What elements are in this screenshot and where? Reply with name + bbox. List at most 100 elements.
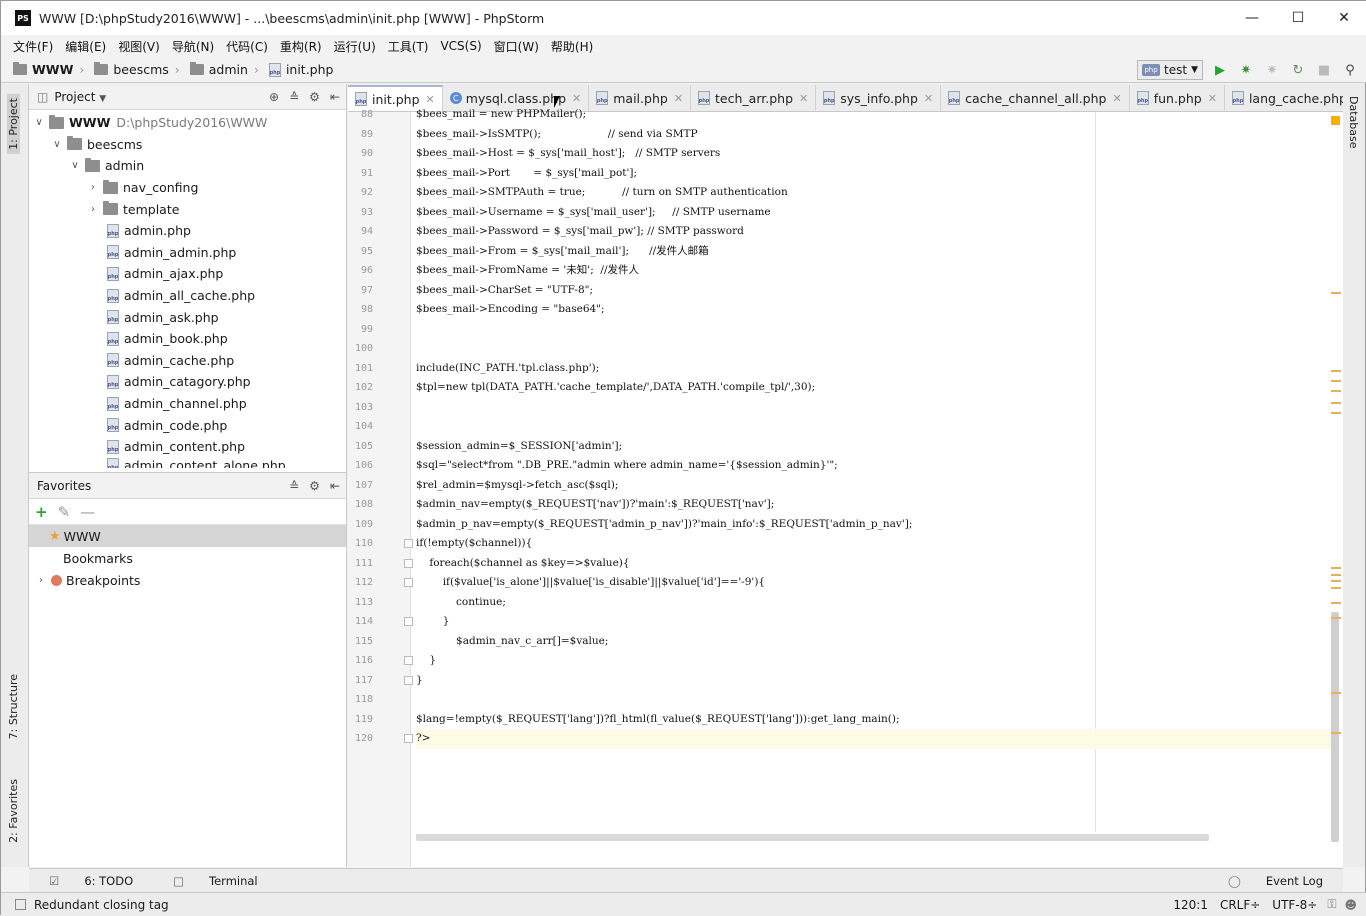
menu-tools[interactable]: 工具(T) [382,38,435,55]
close-icon[interactable]: ✕ [426,93,435,106]
error-stripe-mark[interactable] [1331,292,1341,294]
menu-help[interactable]: 帮助(H) [545,38,599,55]
error-stripe-mark[interactable] [1331,380,1341,382]
hide-icon[interactable]: ⇤ [330,90,340,104]
lock-icon[interactable]: ⚿ [1327,897,1336,912]
tool-tab-terminal[interactable]: □ Terminal [163,874,267,888]
collapse-icon[interactable]: ≙ [289,90,299,104]
code-line[interactable]: $admin_nav_c_arr[]=$value; [416,632,608,652]
project-view-selector[interactable]: ◫ Project ▼ [37,90,106,104]
maximize-icon[interactable]: ☐ [1275,1,1321,35]
chevron-right-icon[interactable]: › [87,204,99,215]
code-line[interactable]: $bees_mail->Username = $_sys['mail_user'… [416,203,771,223]
code-line[interactable]: $bees_mail->Encoding = "base64"; [416,300,605,320]
tree-file[interactable]: php admin_ajax.php [29,263,346,285]
tool-tab-database[interactable]: Database [1347,96,1360,149]
favorites-item[interactable]: › Breakpoints [29,569,346,591]
error-stripe-mark[interactable] [1331,390,1341,392]
menu-run[interactable]: 运行(U) [328,38,382,55]
close-icon[interactable]: ✕ [1208,92,1217,105]
chevron-down-icon[interactable]: ∨ [33,117,45,128]
edit-icon[interactable]: ✎ [58,503,71,521]
tab-tech-arr-php[interactable]: php tech_arr.php ✕ [691,85,817,111]
inspection-status-icon[interactable] [1331,116,1340,125]
add-icon[interactable]: + [35,503,48,521]
code-line[interactable]: $bees_mail->Password = $_sys['mail_pw'];… [416,222,744,242]
code-line[interactable]: $lang=!empty($_REQUEST['lang'])?fl_html(… [416,710,900,730]
menu-window[interactable]: 窗口(W) [488,38,545,55]
error-stripe-mark[interactable] [1331,574,1341,576]
favorites-item[interactable]: ★ WWW [29,525,346,547]
locate-icon[interactable]: ⊕ [269,90,279,104]
fold-marker-icon[interactable] [404,734,413,743]
caret-position[interactable]: 120:1 [1173,898,1208,912]
code-line[interactable]: $rel_admin=$mysql->fetch_asc($sql); [416,476,618,496]
breadcrumb-admin[interactable]: admin › [189,62,265,77]
tab-sys-info-php[interactable]: php sys_info.php ✕ [816,85,942,111]
chevron-right-icon[interactable]: › [87,182,99,193]
tree-file[interactable]: php admin_admin.php [29,242,346,264]
code-line[interactable]: ?> [416,729,1332,749]
menu-edit[interactable]: 编辑(E) [59,38,112,55]
run-config-select[interactable]: php test ▼ [1137,60,1203,80]
code-line[interactable]: $bees_mail->Host = $_sys['mail_host']; /… [416,144,720,164]
remove-icon[interactable]: — [80,503,95,521]
error-stripe-mark[interactable] [1331,692,1341,694]
event-log-button[interactable]: ◯ Event Log [1218,874,1333,888]
menu-refactor[interactable]: 重构(R) [274,38,328,55]
fold-marker-icon[interactable] [404,558,413,568]
code-line[interactable]: $bees_mail->Port = $_sys['mail_pot']; [416,164,637,184]
close-icon[interactable]: ✕ [1321,1,1366,35]
close-icon[interactable]: ✕ [799,92,808,105]
stop-icon[interactable]: ■ [1315,61,1333,79]
coverage-icon[interactable]: ✷ [1263,61,1281,79]
code-line[interactable]: $bees_mail->IsSMTP(); // send via SMTP [416,125,698,145]
code-line[interactable]: $bees_mail->FromName = '未知'; //发件人 [416,261,639,281]
tree-root[interactable]: ∨ WWW D:\phpStudy2016\WWW [29,112,346,134]
tool-tab-structure[interactable]: 7: Structure [7,674,20,739]
code-line[interactable]: $bees_mail->From = $_sys['mail_mail']; /… [416,242,709,262]
error-stripe-mark[interactable] [1331,587,1341,589]
tree-file[interactable]: php admin_book.php [29,328,346,350]
error-stripe-mark[interactable] [1331,370,1341,372]
close-icon[interactable]: ✕ [1112,92,1121,105]
run-icon[interactable]: ▶ [1211,61,1229,79]
code-line[interactable]: $session_admin=$_SESSION['admin']; [416,437,622,457]
breadcrumb-beescms[interactable]: beescms › [94,62,185,77]
chevron-right-icon[interactable]: › [35,575,47,586]
code-line[interactable]: } [416,671,423,691]
tree-file[interactable]: php admin_channel.php [29,393,346,415]
error-stripe-mark[interactable] [1331,412,1341,414]
debug-icon[interactable]: ✷ [1237,61,1255,79]
hide-icon[interactable]: ⇤ [330,479,340,493]
close-icon[interactable]: ✕ [674,92,683,105]
vertical-scrollbar[interactable] [1331,612,1339,842]
error-stripe-mark[interactable] [1331,602,1341,604]
code-line[interactable]: include(INC_PATH.'tpl.class.php'); [416,359,599,379]
tree-file[interactable]: php admin_ask.php [29,306,346,328]
tree-file[interactable]: php admin_all_cache.php [29,285,346,307]
menu-file[interactable]: 文件(F) [7,38,59,55]
code-line[interactable]: $bees_mail = new PHPMailer(); [416,105,586,125]
error-stripe-mark[interactable] [1331,732,1341,734]
status-toggle-icon[interactable] [15,899,26,910]
tree-file[interactable]: php admin_catagory.php [29,371,346,393]
tree-file[interactable]: php admin_content_alone.php [29,457,346,468]
search-icon[interactable]: ⚲ [1341,61,1359,79]
error-stripe-mark[interactable] [1331,567,1341,569]
breadcrumb-file[interactable]: php init.php [268,62,333,77]
minimize-icon[interactable]: — [1229,1,1275,35]
error-stripe-mark[interactable] [1331,617,1341,619]
menu-view[interactable]: 视图(V) [112,38,166,55]
line-separator[interactable]: CRLF÷ [1220,898,1260,912]
code-line[interactable]: if(!empty($channel)){ [416,534,532,554]
code-editor[interactable]: 88 89 90 91 92 93 94 95 96 97 98 99 100 101 102 103 104 1… [348,108,1343,867]
tree-folder[interactable]: ∨ beescms [29,134,346,156]
code-line[interactable]: $sql="select*from ".DB_PRE."admin where … [416,456,838,476]
menu-navigate[interactable]: 导航(N) [166,38,220,55]
code-line[interactable]: $bees_mail->CharSet = "UTF-8"; [416,281,593,301]
tab-lang-cache-php[interactable]: phplang_cache.php✕ [1225,85,1343,111]
gear-icon[interactable]: ⚙ [309,90,320,104]
menu-vcs[interactable]: VCS(S) [434,39,487,53]
file-encoding[interactable]: UTF-8÷ [1272,898,1317,912]
